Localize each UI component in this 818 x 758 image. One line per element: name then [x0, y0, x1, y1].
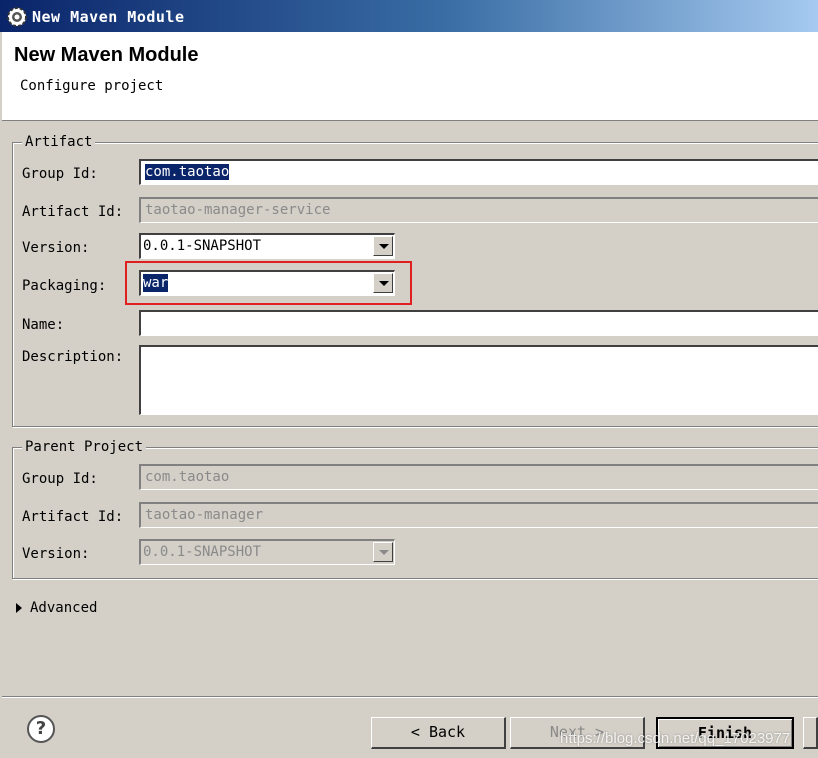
cancel-button-partial[interactable]	[803, 717, 818, 749]
artifact-id-label: Artifact Id:	[22, 204, 124, 220]
advanced-label: Advanced	[30, 600, 98, 616]
triangle-right-icon	[16, 603, 22, 613]
parent-artifact-id-input: taotao-manager	[139, 502, 818, 528]
eclipse-gear-icon	[7, 7, 27, 27]
name-text[interactable]	[145, 314, 818, 333]
parent-artifact-id-label: Artifact Id:	[22, 509, 124, 525]
group-id-input[interactable]: com.taotao	[139, 159, 818, 185]
name-label: Name:	[22, 317, 65, 333]
group-id-value: com.taotao	[145, 164, 230, 180]
footer-separator	[2, 696, 818, 698]
artifact-group-legend: Artifact	[22, 133, 96, 151]
version-combo[interactable]: 0.0.1-SNAPSHOT	[139, 233, 395, 259]
help-icon[interactable]: ?	[27, 715, 55, 743]
parent-group-id-label: Group Id:	[22, 471, 98, 487]
chevron-down-icon	[373, 542, 393, 562]
parent-version-label: Version:	[22, 546, 90, 562]
parent-group-id-input: com.taotao	[139, 464, 818, 490]
artifact-id-input: taotao-manager-service	[139, 197, 818, 223]
window-title-bar[interactable]: New Maven Module	[0, 0, 818, 32]
group-id-label: Group Id:	[22, 166, 98, 182]
page-title: New Maven Module	[14, 44, 199, 66]
version-label: Version:	[22, 240, 90, 256]
watermark-text: https://blog.csdn.net/qq_17023977	[560, 730, 791, 747]
artifact-id-value: taotao-manager-service	[145, 202, 331, 218]
parent-artifact-id-value: taotao-manager	[145, 507, 264, 523]
description-textarea[interactable]	[139, 345, 818, 415]
parent-version-combo: 0.0.1-SNAPSHOT	[139, 539, 395, 565]
packaging-highlight-box	[125, 261, 412, 305]
parent-group-id-value: com.taotao	[145, 469, 230, 485]
back-button[interactable]: < Back	[371, 717, 506, 749]
parent-version-value: 0.0.1-SNAPSHOT	[143, 544, 262, 560]
parent-project-legend: Parent Project	[22, 438, 147, 456]
version-value: 0.0.1-SNAPSHOT	[143, 238, 262, 254]
packaging-label: Packaging:	[22, 278, 107, 294]
advanced-toggle[interactable]: Advanced	[16, 600, 97, 616]
chevron-down-icon[interactable]	[373, 236, 393, 256]
window-title: New Maven Module	[32, 8, 185, 26]
description-label: Description:	[22, 349, 124, 365]
name-input[interactable]	[139, 310, 818, 336]
description-text[interactable]	[145, 349, 818, 412]
page-subtitle: Configure project	[20, 78, 164, 94]
wizard-header: New Maven Module Configure project	[2, 32, 818, 121]
